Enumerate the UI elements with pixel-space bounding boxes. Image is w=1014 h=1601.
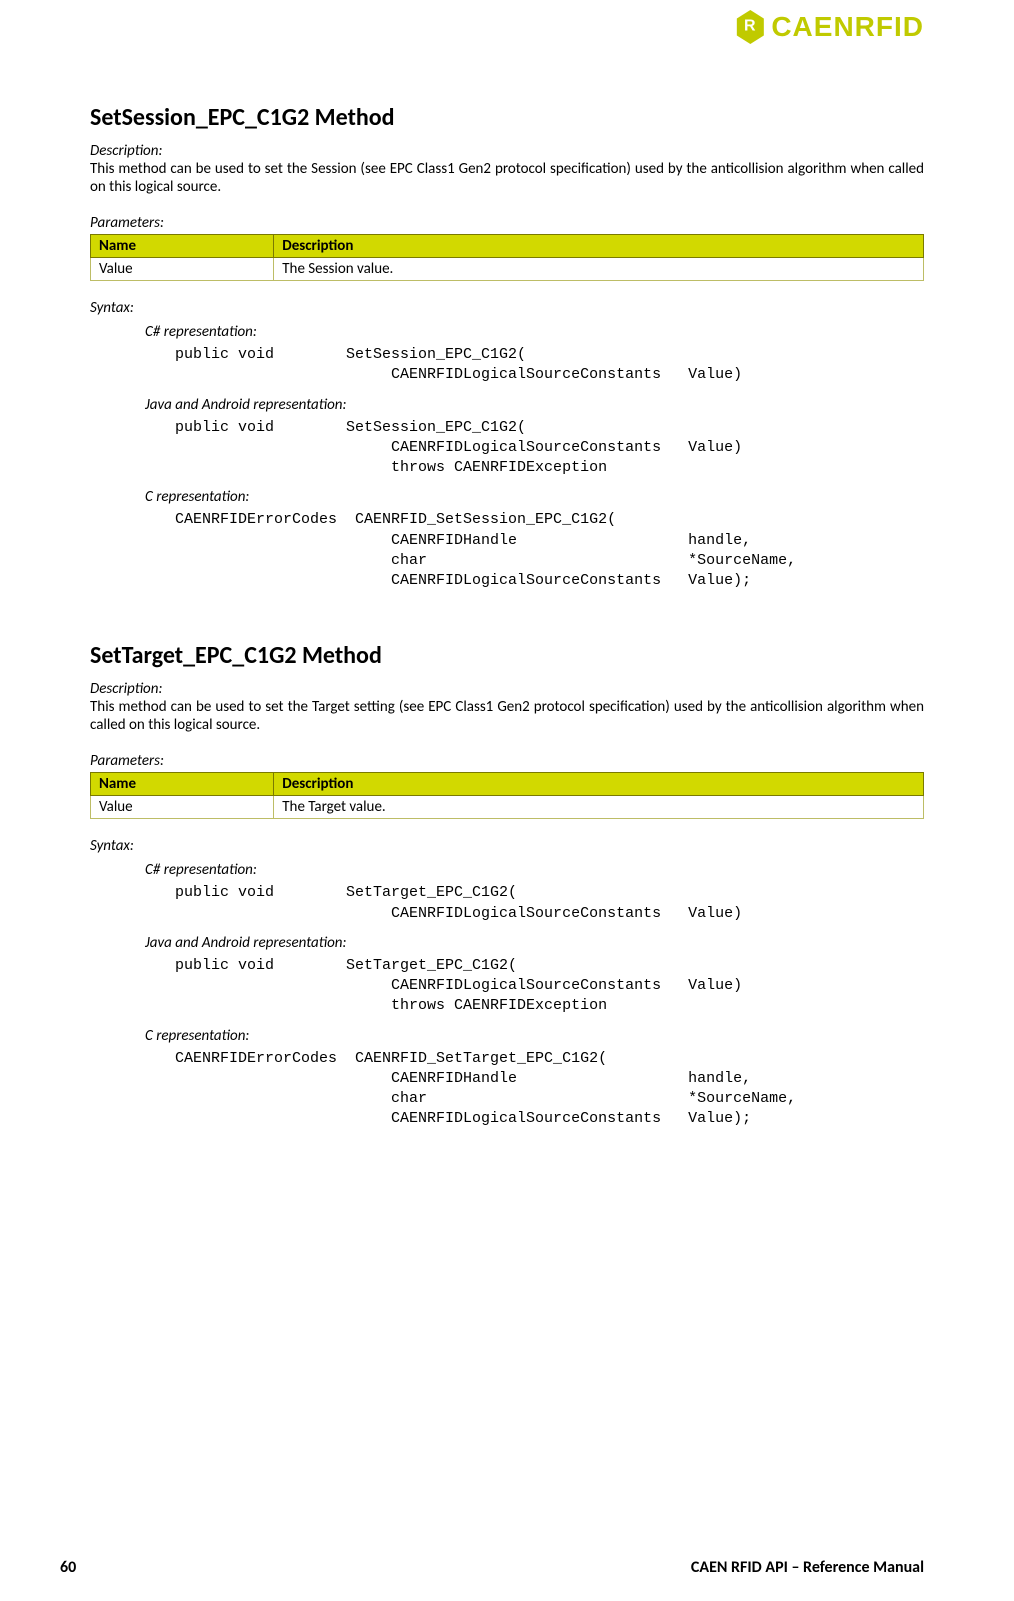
content: SetSession_EPC_C1G2 Method Description: … <box>90 103 924 1130</box>
brand-logo: CAENRFID <box>735 10 924 44</box>
col-name-header: Name <box>91 773 274 796</box>
section2-params-table: Name Description Value The Target value. <box>90 772 924 819</box>
parameters-label: Parameters: <box>90 214 924 232</box>
section1-cs-code: public void SetSession_EPC_C1G2( CAENRFI… <box>175 345 924 386</box>
section2-java-code: public void SetTarget_EPC_C1G2( CAENRFID… <box>175 956 924 1017</box>
c-rep-label: C representation: <box>145 488 924 506</box>
java-rep-label: Java and Android representation: <box>145 934 924 952</box>
c-rep-label: C representation: <box>145 1027 924 1045</box>
syntax-label: Syntax: <box>90 299 924 317</box>
page: CAENRFID SetSession_EPC_C1G2 Method Desc… <box>0 0 1014 1601</box>
syntax-label: Syntax: <box>90 837 924 855</box>
section1-params-table: Name Description Value The Session value… <box>90 234 924 281</box>
java-rep-label: Java and Android representation: <box>145 396 924 414</box>
table-header-row: Name Description <box>91 773 924 796</box>
param-desc-cell: The Session value. <box>274 258 924 281</box>
section1-description: This method can be used to set the Sessi… <box>90 160 924 196</box>
section2-title: SetTarget_EPC_C1G2 Method <box>90 641 924 670</box>
footer-title: CAEN RFID API – Reference Manual <box>691 1558 924 1577</box>
section1-java-code: public void SetSession_EPC_C1G2( CAENRFI… <box>175 418 924 479</box>
description-label: Description: <box>90 680 924 698</box>
section2-description: This method can be used to set the Targe… <box>90 698 924 734</box>
param-name-cell: Value <box>91 258 274 281</box>
section1-c-code: CAENRFIDErrorCodes CAENRFID_SetSession_E… <box>175 510 924 591</box>
table-header-row: Name Description <box>91 235 924 258</box>
description-label: Description: <box>90 142 924 160</box>
param-name-cell: Value <box>91 796 274 819</box>
section2: SetTarget_EPC_C1G2 Method Description: T… <box>90 641 924 1129</box>
parameters-label: Parameters: <box>90 752 924 770</box>
col-name-header: Name <box>91 235 274 258</box>
cs-rep-label: C# representation: <box>145 323 924 341</box>
col-desc-header: Description <box>274 235 924 258</box>
cs-rep-label: C# representation: <box>145 861 924 879</box>
col-desc-header: Description <box>274 773 924 796</box>
logo-hex-icon <box>735 10 765 44</box>
brand-text: CAENRFID <box>771 11 924 43</box>
param-desc-cell: The Target value. <box>274 796 924 819</box>
page-number: 60 <box>60 1558 76 1577</box>
section2-c-code: CAENRFIDErrorCodes CAENRFID_SetTarget_EP… <box>175 1049 924 1130</box>
table-row: Value The Target value. <box>91 796 924 819</box>
footer: 60 CAEN RFID API – Reference Manual <box>60 1558 924 1577</box>
section1-title: SetSession_EPC_C1G2 Method <box>90 103 924 132</box>
section2-syntax: C# representation: public void SetTarget… <box>145 861 924 1129</box>
section1-syntax: C# representation: public void SetSessio… <box>145 323 924 591</box>
section2-cs-code: public void SetTarget_EPC_C1G2( CAENRFID… <box>175 883 924 924</box>
table-row: Value The Session value. <box>91 258 924 281</box>
